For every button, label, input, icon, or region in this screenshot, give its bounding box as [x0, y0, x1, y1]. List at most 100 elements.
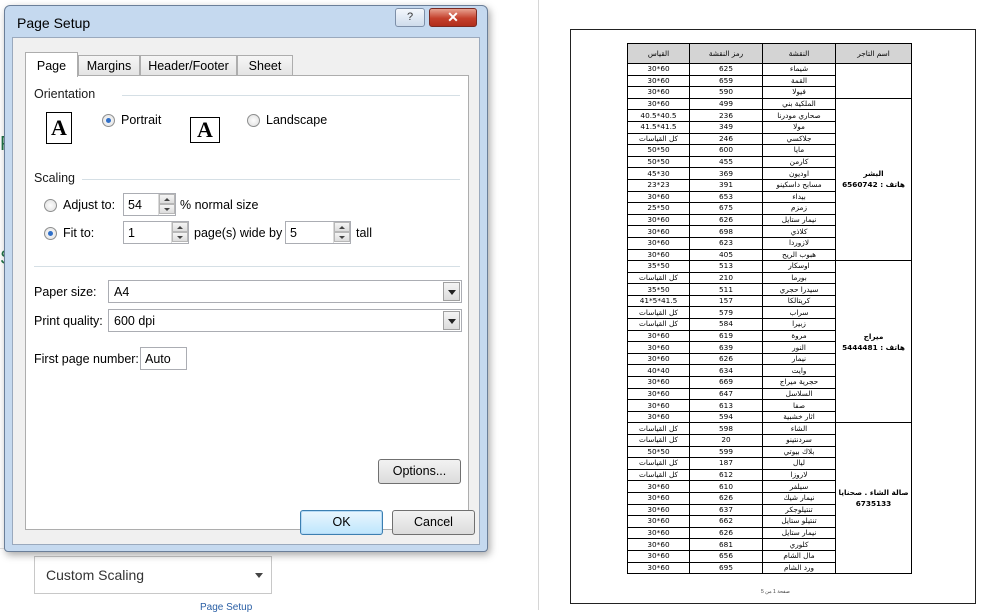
merchant-cell — [835, 63, 912, 99]
table-cell: 590 — [689, 86, 763, 99]
table-cell: 698 — [689, 225, 763, 238]
table-cell: 455 — [689, 155, 763, 169]
table-cell: لازوردا — [762, 236, 836, 250]
table-cell: الشاء — [762, 422, 836, 435]
table-cell: 30*60 — [627, 549, 690, 563]
page-number: صفحة 1 من 5 — [761, 589, 790, 595]
table-cell: سيلفر — [762, 480, 836, 493]
paper-size-label: Paper size: — [34, 285, 97, 299]
table-cell: كريتالكا — [762, 294, 836, 308]
merchant-cell: ميراج هاتف : 5444481 — [835, 260, 912, 424]
fit-to-radio[interactable] — [44, 227, 57, 240]
table-cell: ليال — [762, 457, 836, 470]
landscape-label[interactable]: Landscape — [266, 113, 327, 127]
portrait-label[interactable]: Portrait — [121, 113, 161, 127]
table-cell: كل القياسات — [627, 457, 690, 470]
table-cell: 30*60 — [627, 86, 690, 99]
spin-down-icon[interactable] — [172, 232, 188, 242]
adjust-to-radio[interactable] — [44, 199, 57, 212]
ok-button[interactable]: OK — [300, 510, 383, 535]
fit-to-label[interactable]: Fit to: — [63, 226, 94, 240]
print-quality-select[interactable]: 600 dpi — [108, 309, 462, 332]
options-button[interactable]: Options... — [378, 459, 461, 484]
table-cell: اثار خشبية — [762, 410, 836, 424]
table-cell: 30*60 — [627, 74, 690, 88]
table-cell: 30*60 — [627, 526, 690, 540]
tab-sheet[interactable]: Sheet — [237, 55, 293, 76]
table-cell: كل القياسات — [627, 468, 690, 482]
table-cell: 30*60 — [627, 515, 690, 528]
help-button[interactable]: ? — [395, 8, 425, 27]
table-cell: 626 — [689, 213, 763, 227]
adjust-to-spinner[interactable]: 54 — [123, 193, 176, 216]
table-cell: 157 — [689, 294, 763, 308]
group-divider — [82, 179, 460, 180]
tab-page[interactable]: Page — [25, 52, 78, 77]
fit-pages-wide-value: 1 — [128, 226, 135, 240]
orientation-group-label: Orientation — [34, 87, 96, 101]
table-cell: لاروزا — [762, 468, 836, 482]
table-cell: نيمار ستايل — [762, 213, 836, 227]
table-cell: 30*60 — [627, 341, 690, 354]
table-cell: 35*50 — [627, 260, 690, 273]
table-cell: 50*50 — [627, 155, 690, 169]
table-cell: 511 — [689, 283, 763, 296]
portrait-page-icon: A — [46, 112, 72, 144]
custom-scaling-dropdown[interactable]: Custom Scaling — [34, 556, 272, 594]
dialog-title: Page Setup — [17, 15, 91, 31]
paper-size-select[interactable]: A4 — [108, 280, 462, 303]
tab-margins[interactable]: Margins — [78, 55, 140, 76]
spin-down-icon[interactable] — [159, 204, 175, 214]
spin-up-icon[interactable] — [334, 222, 350, 232]
table-cell: بورما — [762, 271, 836, 285]
table-cell: الملكية بني — [762, 97, 836, 111]
first-page-number-value: Auto — [145, 352, 171, 366]
landscape-radio[interactable] — [247, 114, 260, 127]
table-cell: 598 — [689, 422, 763, 435]
portrait-radio[interactable] — [102, 114, 115, 127]
help-icon: ? — [406, 11, 414, 23]
table-cell: 30*60 — [627, 376, 690, 389]
cancel-button[interactable]: Cancel — [392, 510, 475, 535]
table-cell: 625 — [689, 63, 763, 76]
table-cell: 647 — [689, 387, 763, 401]
page-setup-link[interactable]: Page Setup — [200, 602, 252, 613]
table-cell: 613 — [689, 399, 763, 412]
fit-tall-spinner[interactable]: 5 — [285, 221, 351, 244]
table-cell: 584 — [689, 318, 763, 331]
page-tab-panel: Orientation A Portrait A Landscape Scali… — [25, 75, 469, 530]
scaling-group-label: Scaling — [34, 171, 75, 185]
chevron-down-icon[interactable] — [443, 311, 460, 330]
table-cell: 40*40 — [627, 364, 690, 378]
table-cell: 623 — [689, 236, 763, 250]
spin-up-icon[interactable] — [172, 222, 188, 232]
table-cell: 30*60 — [627, 97, 690, 111]
column-header: رمز النقشة — [689, 43, 763, 64]
table-cell: 30*60 — [627, 538, 690, 551]
spin-down-icon[interactable] — [334, 232, 350, 242]
table-cell: 612 — [689, 468, 763, 482]
table-cell: 579 — [689, 306, 763, 320]
table-cell: كارمن — [762, 155, 836, 169]
table-row: 35*50 513 اوسكار ميراج هاتف : 5444481 — [627, 260, 912, 424]
table-cell: كل القياسات — [627, 132, 690, 146]
table-cell: 30*60 — [627, 63, 690, 76]
fit-pages-wide-spinner[interactable]: 1 — [123, 221, 189, 244]
close-icon: ✕ — [447, 9, 459, 25]
preview-table-body: 30*60 625 شيماء 30*60 659 القمة 30*60 590 فيولا 3… — [627, 63, 912, 575]
table-cell: 391 — [689, 178, 763, 192]
fit-tall-value: 5 — [290, 226, 297, 240]
chevron-down-icon[interactable] — [443, 282, 460, 301]
merchant-cell: صالة الشاء . صحنايا 6735133 — [835, 422, 912, 575]
table-cell: 45*30 — [627, 167, 690, 180]
table-cell: شيماء — [762, 63, 836, 76]
tab-header-footer[interactable]: Header/Footer — [140, 55, 237, 76]
table-cell: صحاري مودرنا — [762, 109, 836, 122]
close-button[interactable]: ✕ — [429, 8, 477, 27]
first-page-number-input[interactable]: Auto — [140, 347, 187, 370]
table-cell: 246 — [689, 132, 763, 146]
adjust-to-label[interactable]: Adjust to: — [63, 198, 115, 212]
spin-up-icon[interactable] — [159, 194, 175, 204]
table-cell: مايا — [762, 144, 836, 157]
table-cell: 41*5*41.5 — [627, 294, 690, 308]
